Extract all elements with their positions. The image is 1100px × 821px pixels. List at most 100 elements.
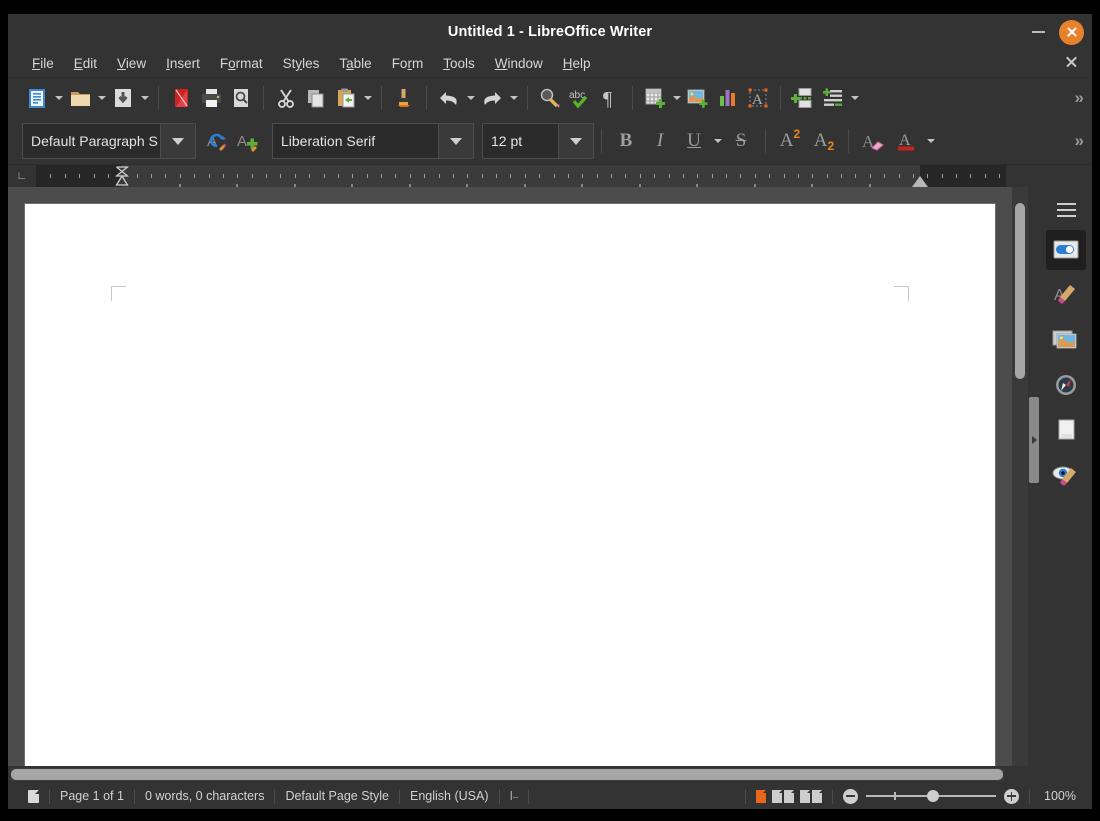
menu-file[interactable]: File — [22, 54, 64, 73]
font-name-value[interactable]: Liberation Serif — [273, 133, 438, 149]
font-size-combo[interactable]: 12 pt — [482, 123, 594, 159]
new-icon[interactable] — [22, 83, 52, 113]
update-style-icon[interactable]: A — [204, 126, 234, 156]
horizontal-scrollbar-thumb[interactable] — [11, 769, 1003, 780]
export-pdf-icon[interactable] — [166, 83, 196, 113]
superscript-button[interactable]: A 2 — [773, 124, 807, 158]
sidebar-item-gallery[interactable] — [1046, 320, 1086, 360]
paste-icon[interactable] — [331, 83, 361, 113]
menu-window[interactable]: Window — [485, 54, 553, 73]
redo-dropdown-icon[interactable] — [507, 83, 520, 113]
sidebar-settings-icon[interactable] — [1049, 195, 1083, 225]
font-color-dropdown-icon[interactable] — [924, 126, 937, 156]
zoom-value[interactable]: 100% — [1030, 789, 1082, 803]
minimize-button[interactable] — [1025, 19, 1051, 45]
insert-page-break-icon[interactable] — [788, 83, 818, 113]
clear-formatting-button[interactable]: A — [856, 124, 890, 158]
open-icon[interactable] — [65, 83, 95, 113]
sidebar-item-navigator[interactable] — [1046, 365, 1086, 405]
font-name-combo[interactable]: Liberation Serif — [272, 123, 474, 159]
multi-page-view-icon[interactable] — [772, 789, 794, 803]
close-document-icon[interactable] — [1064, 54, 1080, 70]
menu-form[interactable]: Form — [382, 54, 434, 73]
insert-field-dropdown-icon[interactable] — [848, 83, 861, 113]
save-icon[interactable] — [108, 83, 138, 113]
sidebar-item-page[interactable] — [1046, 410, 1086, 450]
find-replace-icon[interactable] — [535, 83, 565, 113]
font-name-dropdown-icon[interactable] — [438, 124, 473, 158]
font-size-value[interactable]: 12 pt — [483, 133, 558, 149]
horizontal-ruler[interactable] — [36, 165, 1006, 191]
spelling-icon[interactable]: abc — [565, 83, 595, 113]
insert-field-icon[interactable] — [818, 83, 848, 113]
insert-table-icon[interactable] — [640, 83, 670, 113]
zoom-out-icon[interactable] — [843, 788, 858, 804]
print-icon[interactable] — [196, 83, 226, 113]
new-style-icon[interactable]: A — [234, 126, 264, 156]
ruler-tick — [481, 174, 483, 178]
word-count[interactable]: 0 words, 0 characters — [135, 789, 275, 803]
selection-mode[interactable]: I₋ — [500, 788, 528, 804]
menu-tools[interactable]: Tools — [433, 54, 485, 73]
zoom-slider[interactable] — [866, 789, 996, 804]
bold-button[interactable]: B — [609, 124, 643, 158]
copy-icon[interactable] — [301, 83, 331, 113]
menu-view[interactable]: View — [107, 54, 156, 73]
standard-toolbar-overflow-icon[interactable]: » — [1075, 88, 1084, 108]
clone-formatting-icon[interactable] — [389, 83, 419, 113]
undo-icon[interactable] — [434, 83, 464, 113]
menu-edit[interactable]: Edit — [64, 54, 107, 73]
print-preview-icon[interactable] — [226, 83, 256, 113]
horizontal-scrollbar[interactable] — [10, 768, 1004, 781]
font-size-dropdown-icon[interactable] — [558, 124, 593, 158]
new-dropdown-icon[interactable] — [52, 83, 65, 113]
insert-chart-icon[interactable] — [713, 83, 743, 113]
close-button[interactable] — [1059, 19, 1084, 45]
paste-dropdown-icon[interactable] — [361, 83, 374, 113]
book-view-icon[interactable] — [800, 789, 822, 803]
open-dropdown-icon[interactable] — [95, 83, 108, 113]
undo-dropdown-icon[interactable] — [464, 83, 477, 113]
sidebar-grip[interactable] — [1028, 187, 1040, 766]
insert-text-box-icon[interactable]: A — [743, 83, 773, 113]
underline-dropdown-icon[interactable] — [711, 126, 724, 156]
tab-stop-selector-icon[interactable]: ∟ — [8, 165, 36, 187]
font-color-button[interactable]: A — [890, 124, 924, 158]
save-dropdown-icon[interactable] — [138, 83, 151, 113]
cut-icon[interactable] — [271, 83, 301, 113]
sidebar-grip-handle[interactable] — [1029, 397, 1039, 483]
menu-styles[interactable]: Styles — [273, 54, 330, 73]
italic-button[interactable]: I — [643, 124, 677, 158]
strikethrough-button[interactable]: S — [724, 124, 758, 158]
paragraph-style-value[interactable]: Default Paragraph S — [23, 133, 160, 149]
single-page-view-icon[interactable] — [756, 789, 766, 803]
subscript-button[interactable]: A 2 — [807, 124, 841, 158]
menu-table[interactable]: Table — [329, 54, 381, 73]
paragraph-style-combo[interactable]: Default Paragraph S — [22, 123, 196, 159]
formatting-marks-icon[interactable]: ¶ — [595, 83, 625, 113]
redo-icon[interactable] — [477, 83, 507, 113]
sidebar-item-styles[interactable]: A — [1046, 275, 1086, 315]
menu-help[interactable]: Help — [553, 54, 601, 73]
zoom-in-icon[interactable] — [1004, 788, 1019, 804]
formatting-toolbar-overflow-icon[interactable]: » — [1075, 131, 1084, 151]
menu-format[interactable]: Format — [210, 54, 273, 73]
paragraph-style-dropdown-icon[interactable] — [160, 124, 195, 158]
insert-image-icon[interactable] — [683, 83, 713, 113]
ruler-right-indent-marker[interactable] — [912, 176, 928, 187]
page-indicator[interactable]: Page 1 of 1 — [50, 789, 134, 803]
document-page[interactable] — [25, 204, 995, 766]
page-style[interactable]: Default Page Style — [275, 789, 399, 803]
underline-button[interactable]: U — [677, 124, 711, 158]
sidebar-item-properties[interactable] — [1046, 230, 1086, 270]
insert-table-dropdown-icon[interactable] — [670, 83, 683, 113]
language-indicator[interactable]: English (USA) — [400, 789, 499, 803]
vertical-scrollbar[interactable] — [1012, 187, 1028, 766]
menu-insert[interactable]: Insert — [156, 54, 210, 73]
vertical-scrollbar-thumb[interactable] — [1015, 203, 1025, 379]
ruler-tick — [251, 174, 253, 178]
document-area[interactable] — [8, 187, 1012, 766]
margin-corner-top-left — [111, 286, 126, 301]
sidebar-item-style-inspector[interactable] — [1046, 455, 1086, 495]
ruler-left-indent-marker[interactable] — [114, 166, 130, 186]
